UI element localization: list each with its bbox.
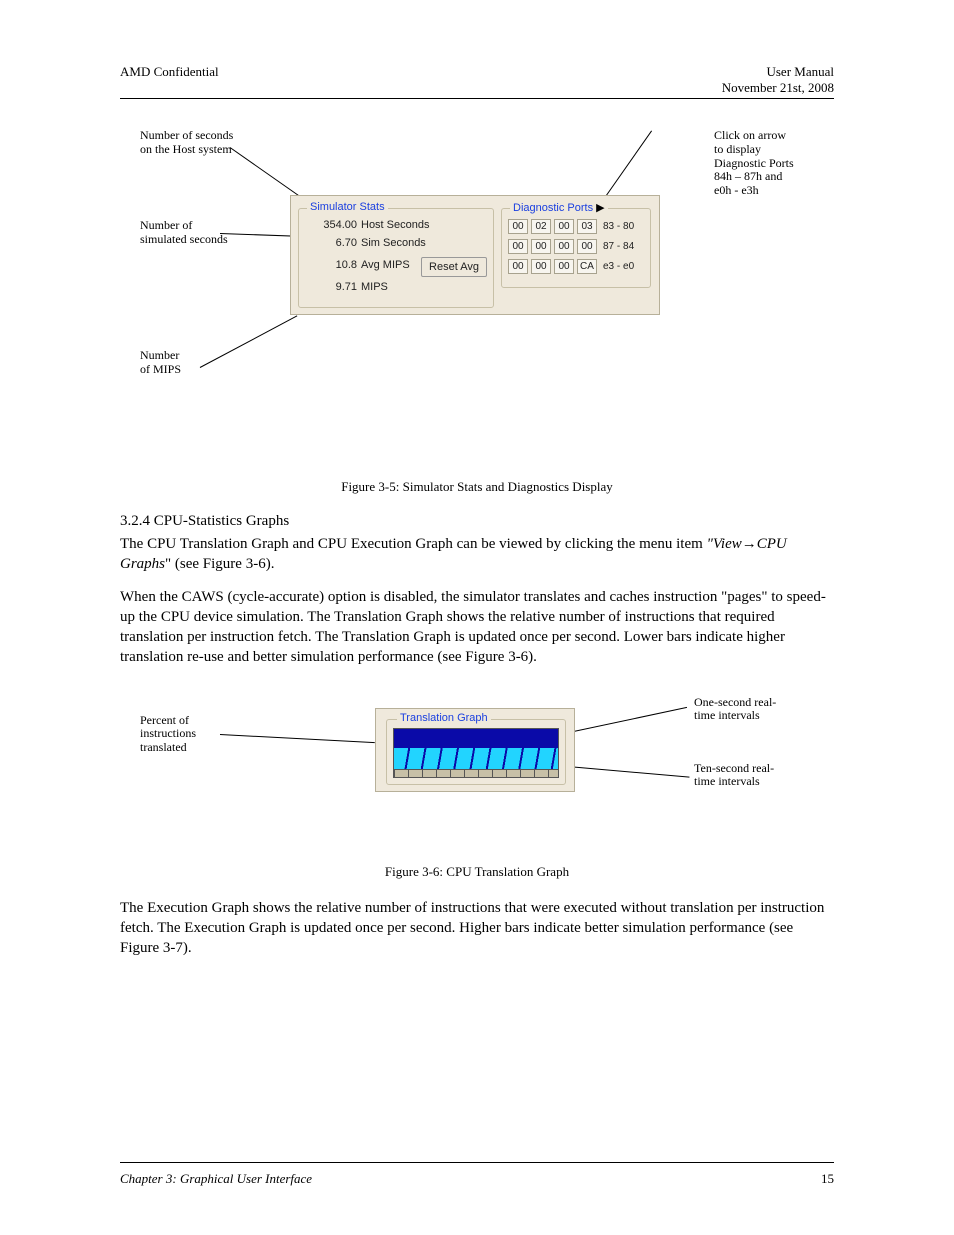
host-seconds-value: 354.00 xyxy=(309,219,357,231)
port-cell: CA xyxy=(577,259,597,274)
translation-graph-chart xyxy=(393,728,559,778)
avg-mips-label: Avg MIPS xyxy=(361,259,415,271)
port-row-2: 00 00 00 CA e3 - e0 xyxy=(508,259,634,274)
header-right-1: User Manual xyxy=(766,64,834,79)
port-cell: 00 xyxy=(531,239,551,254)
port-label: 83 - 80 xyxy=(603,221,634,232)
header-right-2: November 21st, 2008 xyxy=(722,80,834,95)
port-cell: 00 xyxy=(554,219,574,234)
diagnostic-ports-title: Diagnostic Ports ▶ xyxy=(510,201,608,214)
port-row-1: 00 00 00 00 87 - 84 xyxy=(508,239,634,254)
footer-page-number: 15 xyxy=(821,1171,834,1187)
port-cell: 02 xyxy=(531,219,551,234)
figure1-caption: Figure 3-5: Simulator Stats and Diagnost… xyxy=(120,479,834,495)
simulator-stats-group: Simulator Stats 354.00 Host Seconds 6.70… xyxy=(298,208,494,308)
callout-diag-ports: Click on arrowto displayDiagnostic Ports… xyxy=(714,129,824,198)
translation-graph-panel: Translation Graph xyxy=(375,708,575,792)
port-cell: 00 xyxy=(508,259,528,274)
tail-para: The Execution Graph shows the relative n… xyxy=(120,898,834,959)
reset-avg-button[interactable]: Reset Avg xyxy=(421,257,487,277)
port-cell: 00 xyxy=(508,239,528,254)
section-para-1: The CPU Translation Graph and CPU Execut… xyxy=(120,534,834,575)
section-para-2: When the CAWS (cycle-accurate) option is… xyxy=(120,587,834,668)
callout-line xyxy=(230,147,304,199)
callout-host-seconds: Number of secondson the Host system xyxy=(140,129,233,157)
translation-graph-title: Translation Graph xyxy=(397,712,491,724)
port-cell: 00 xyxy=(554,259,574,274)
header-left: AMD Confidential xyxy=(120,64,219,96)
port-label: e3 - e0 xyxy=(603,261,634,272)
header-rule xyxy=(120,98,834,99)
diagnostic-ports-group: Diagnostic Ports ▶ 00 02 00 03 83 - 80 0… xyxy=(501,208,651,288)
section-heading: 3.2.4 CPU-Statistics Graphs xyxy=(120,513,834,530)
sim-seconds-value: 6.70 xyxy=(309,237,357,249)
simulator-stats-title: Simulator Stats xyxy=(307,201,388,213)
callout-mips: Numberof MIPS xyxy=(140,349,181,377)
mips-value: 9.71 xyxy=(309,281,357,293)
figure2-caption: Figure 3-6: CPU Translation Graph xyxy=(120,864,834,880)
mips-label: MIPS xyxy=(361,281,485,293)
callout-sim-seconds: Number ofsimulated seconds xyxy=(140,219,228,247)
host-seconds-label: Host Seconds xyxy=(361,219,485,231)
chart-axis xyxy=(394,769,558,777)
stats-panel: Simulator Stats 354.00 Host Seconds 6.70… xyxy=(290,195,660,315)
port-cell: 00 xyxy=(577,239,597,254)
port-row-0: 00 02 00 03 83 - 80 xyxy=(508,219,634,234)
port-label: 87 - 84 xyxy=(603,241,634,252)
callout-one-second: One-second real-time intervals xyxy=(694,696,804,724)
callout-line xyxy=(600,130,652,204)
avg-mips-value: 10.8 xyxy=(309,259,357,271)
port-cell: 00 xyxy=(508,219,528,234)
footer-rule xyxy=(120,1162,834,1163)
chevron-right-icon[interactable]: ▶ xyxy=(596,202,604,214)
footer-left: Chapter 3: Graphical User Interface xyxy=(120,1171,312,1187)
port-cell: 00 xyxy=(554,239,574,254)
callout-ten-second: Ten-second real-time intervals xyxy=(694,762,804,790)
port-cell: 00 xyxy=(531,259,551,274)
callout-percent-translated: Percent ofinstructionstranslated xyxy=(140,714,196,755)
port-cell: 03 xyxy=(577,219,597,234)
callout-line xyxy=(200,315,298,368)
sim-seconds-label: Sim Seconds xyxy=(361,237,485,249)
